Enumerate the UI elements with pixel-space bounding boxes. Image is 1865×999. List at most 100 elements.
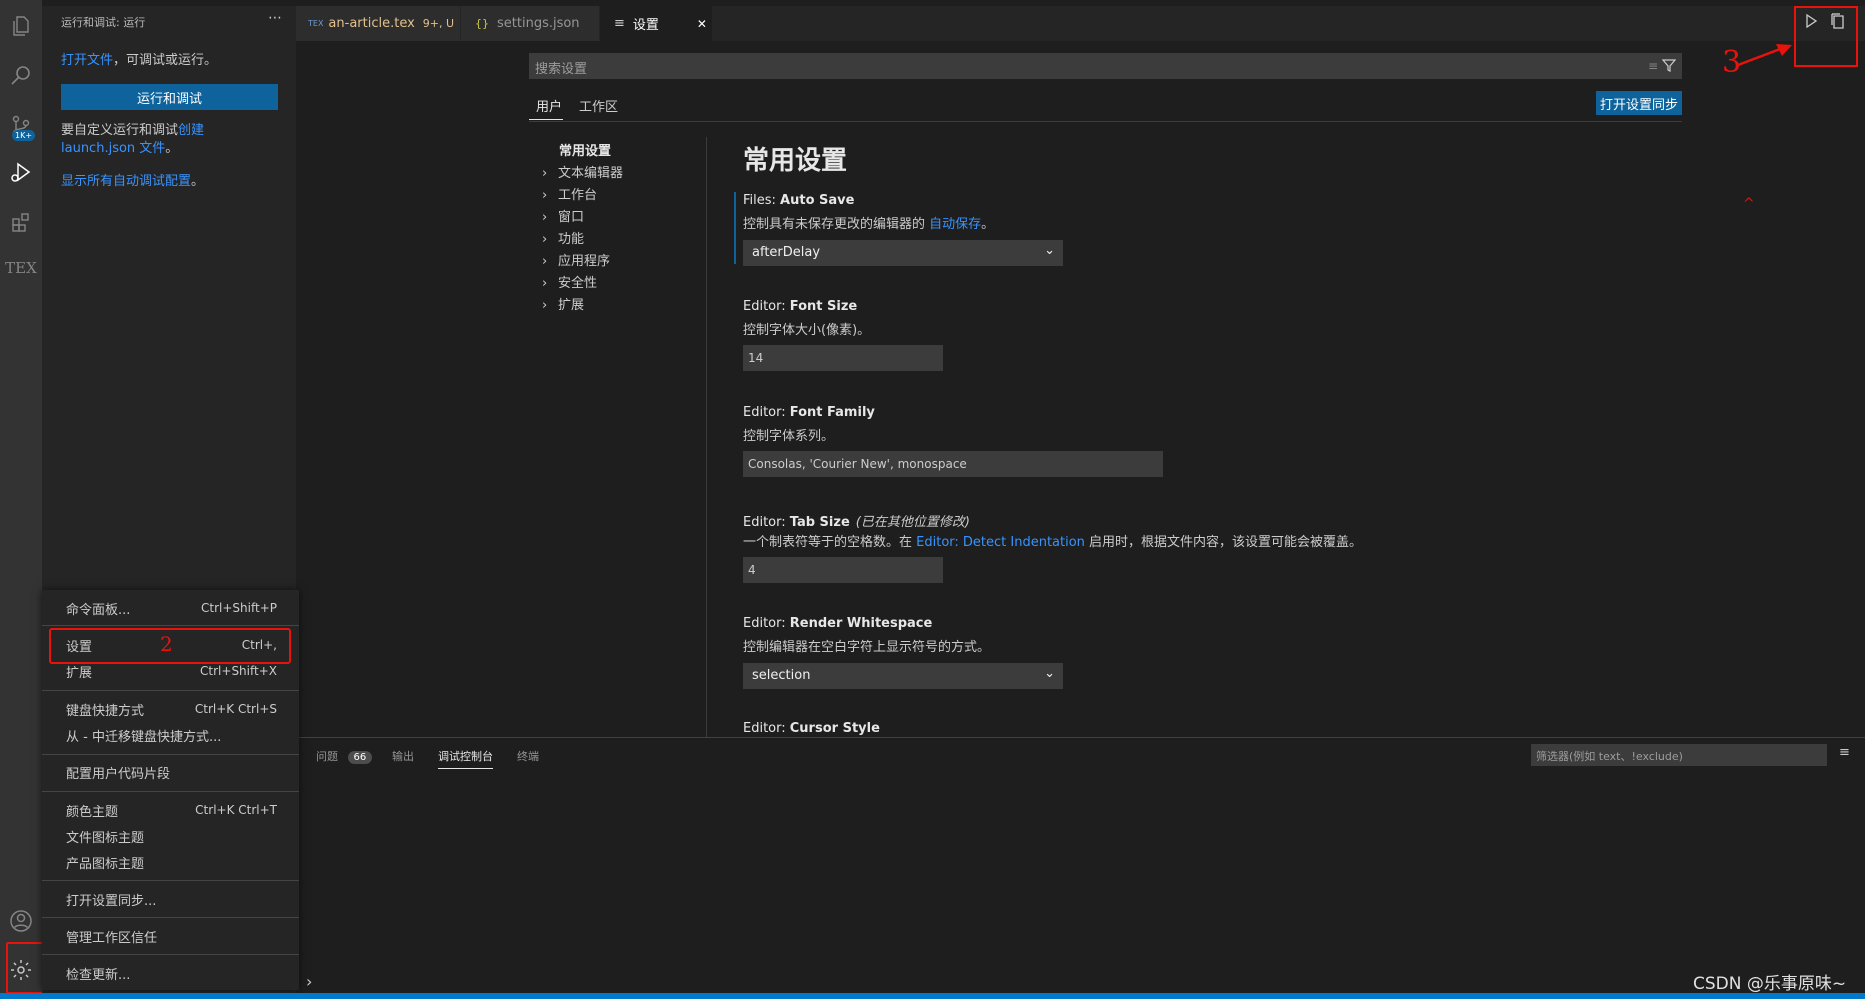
more-actions-icon[interactable]: ⋯ [268,10,283,26]
setting-desc-font-size: 控制字体大小(像素)。 [743,323,871,338]
menu-separator [42,625,299,626]
menu-separator [42,954,299,955]
search-icon[interactable] [0,56,42,96]
toc-item-window[interactable]: › 窗口 [542,206,584,225]
tab-problems[interactable]: 问题 66 [316,748,373,764]
menu-item-color-theme[interactable]: 颜色主题 Ctrl+K Ctrl+T [66,799,277,821]
chevron-right-icon: › [542,188,548,203]
tab-user-scope[interactable]: 用户 [536,96,562,115]
menu-item-keyboard-shortcuts[interactable]: 键盘快捷方式 Ctrl+K Ctrl+S [66,698,277,720]
tab-debug-console[interactable]: 调试控制台 [438,748,493,769]
auto-save-select[interactable]: afterDelay ⌄ [743,240,1063,266]
annotation-arrow [1737,44,1792,67]
chevron-right-icon: › [542,254,548,269]
activity-bar: 1K+ TEX [0,0,47,994]
chevron-right-icon: › [542,166,548,181]
toc-item-text-editor[interactable]: › 文本编辑器 [542,162,623,181]
menu-item-product-icon-theme[interactable]: 产品图标主题 [66,851,277,873]
menu-separator [42,917,299,918]
chevron-down-icon: ⌄ [1044,243,1055,258]
annotation-number-2: 2 [160,632,173,656]
setting-title-auto-save: Files: Auto Save [743,193,855,208]
source-control-badge: 1K+ [12,130,36,141]
chevron-right-icon: › [542,232,548,247]
toc-item-features[interactable]: › 功能 [542,228,584,247]
source-control-icon[interactable]: 1K+ [0,106,42,146]
toc-item-application[interactable]: › 应用程序 [542,250,610,269]
annotation-caret: ^ [1743,196,1755,212]
show-all-configs-text: 显示所有自动调试配置。 [61,174,205,189]
tab-actions-annotation-box [1794,6,1858,67]
settings-search-input[interactable]: 搜索设置 ≡ [529,53,1682,79]
tab-settings[interactable]: ≡ 设置 ✕ [600,6,712,41]
menu-item-workspace-trust[interactable]: 管理工作区信任 [66,925,277,947]
open-file-link[interactable]: 打开文件 [61,53,113,68]
console-prompt[interactable]: › [306,972,312,991]
menu-item-migrate-keybindings[interactable]: 从 - 中迁移键盘快捷方式... [66,724,277,746]
setting-title-tab-size: Editor: Tab Size (已在其他位置修改) [743,515,970,530]
manage-context-menu: 命令面板... Ctrl+Shift+P 设置 Ctrl+, 扩展 Ctrl+Shif… [42,590,299,990]
menu-separator [42,690,299,691]
user-scope-underline [529,119,563,120]
menu-item-command-palette[interactable]: 命令面板... Ctrl+Shift+P [66,597,277,619]
tex-file-icon: TEX [308,19,324,28]
menu-item-settings-sync[interactable]: 打开设置同步... [66,888,277,910]
show-all-configs-link[interactable]: 显示所有自动调试配置 [61,174,191,189]
chevron-right-icon: › [542,276,548,291]
auto-save-link[interactable]: 自动保存 [929,217,981,232]
font-family-input[interactable]: Consolas, 'Courier New', monospace [743,451,1163,477]
problems-count-badge: 66 [347,751,373,764]
tab-terminal[interactable]: 终端 [517,748,539,764]
watermark: CSDN @乐事原味~ [1693,974,1847,994]
close-icon[interactable]: ✕ [697,17,707,31]
tab-output[interactable]: 输出 [392,748,414,764]
explorer-icon[interactable] [0,6,42,46]
filter-icon[interactable] [1662,58,1676,72]
run-and-debug-button[interactable]: 运行和调试 [61,84,278,110]
tab-an-article[interactable]: TEX an-article.tex 9+, U [296,6,460,41]
font-size-input[interactable]: 14 [743,345,943,371]
toc-item-extensions[interactable]: › 扩展 [542,294,584,313]
render-whitespace-select[interactable]: selection ⌄ [743,663,1063,689]
run-debug-icon[interactable] [0,152,42,192]
focused-setting-indicator [734,192,736,264]
toc-item-security[interactable]: › 安全性 [542,272,597,291]
open-settings-sync-button[interactable]: 打开设置同步 [1596,91,1682,115]
tab-size-input[interactable]: 4 [743,557,943,583]
setting-title-render-whitespace: Editor: Render Whitespace [743,616,933,631]
setting-desc-render-whitespace: 控制编辑器在空白字符上显示符号的方式。 [743,640,991,655]
settings-tab-icon: ≡ [614,16,625,31]
menu-item-file-icon-theme[interactable]: 文件图标主题 [66,825,277,847]
debug-console-filter-input[interactable]: 筛选器(例如 text、!exclude) [1531,744,1827,766]
setting-title-cursor-style: Editor: Cursor Style [743,721,880,736]
setting-title-font-family: Editor: Font Family [743,405,875,420]
setting-desc-tab-size: 一个制表符等于的空格数。在 Editor: Detect Indentation… [743,535,1363,550]
word-wrap-icon[interactable]: ≡ [1839,745,1850,760]
chevron-down-icon: ⌄ [1044,666,1055,681]
chevron-right-icon: › [542,210,548,225]
customize-text: 要自定义运行和调试创建 launch.json 文件。 [61,123,205,156]
scope-divider [529,121,1682,122]
tab-workspace-scope[interactable]: 工作区 [579,96,618,115]
json-file-icon: {} [475,17,489,30]
menu-separator [42,791,299,792]
toc-item-common[interactable]: 常用设置 [559,140,611,159]
menu-item-user-snippets[interactable]: 配置用户代码片段 [66,761,277,783]
setting-desc-auto-save: 控制具有未保存更改的编辑器的 自动保存。 [743,217,995,232]
tab-settings-json[interactable]: {} settings.json [461,6,599,41]
detect-indentation-link[interactable]: Editor: Detect Indentation [916,535,1085,550]
extensions-icon[interactable] [0,202,42,242]
setting-title-font-size: Editor: Font Size [743,299,858,314]
tex-icon[interactable]: TEX [0,248,42,288]
setting-desc-font-family: 控制字体系列。 [743,429,835,444]
status-bar [0,993,1865,999]
editor-tab-bar: TEX an-article.tex 9+, U {} settings.jso… [296,6,1865,67]
account-icon[interactable] [0,901,42,941]
menu-item-check-updates[interactable]: 检查更新... [66,962,277,984]
settings-section-heading: 常用设置 [743,146,848,176]
toc-item-workbench[interactable]: › 工作台 [542,184,597,203]
clear-filter-icon[interactable]: ≡ [1648,59,1658,73]
menu-separator [42,754,299,755]
menu-separator [42,880,299,881]
chevron-right-icon: › [542,298,548,313]
